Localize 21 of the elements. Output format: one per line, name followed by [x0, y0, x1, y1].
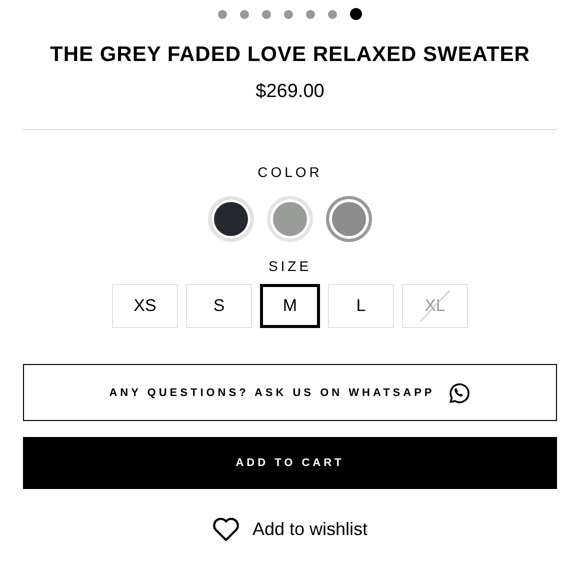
- whatsapp-button[interactable]: ANY QUESTIONS? ASK US ON WHATSAPP: [23, 364, 557, 421]
- carousel-dot[interactable]: [306, 10, 315, 18]
- product-title: THE GREY FADED LOVE RELAXED SWEATER: [50, 43, 530, 67]
- whatsapp-icon: [446, 380, 471, 404]
- carousel-dot[interactable]: [328, 10, 337, 18]
- carousel-dot[interactable]: [284, 10, 293, 18]
- color-label: COLOR: [258, 164, 322, 180]
- color-swatch[interactable]: [326, 196, 372, 242]
- add-to-cart-button[interactable]: ADD TO CART: [23, 437, 557, 489]
- product-price: $269.00: [256, 81, 324, 103]
- size-option[interactable]: XS: [112, 284, 178, 328]
- size-option[interactable]: L: [328, 284, 394, 328]
- size-label: SIZE: [268, 258, 312, 274]
- size-option[interactable]: M: [260, 284, 320, 328]
- carousel-dot[interactable]: [262, 10, 271, 18]
- carousel-dot[interactable]: [218, 10, 227, 18]
- heart-icon: [212, 517, 240, 542]
- wishlist-link[interactable]: Add to wishlist: [212, 517, 368, 542]
- carousel-dot[interactable]: [240, 10, 249, 18]
- carousel-dot[interactable]: [350, 8, 362, 20]
- size-option[interactable]: S: [186, 284, 252, 328]
